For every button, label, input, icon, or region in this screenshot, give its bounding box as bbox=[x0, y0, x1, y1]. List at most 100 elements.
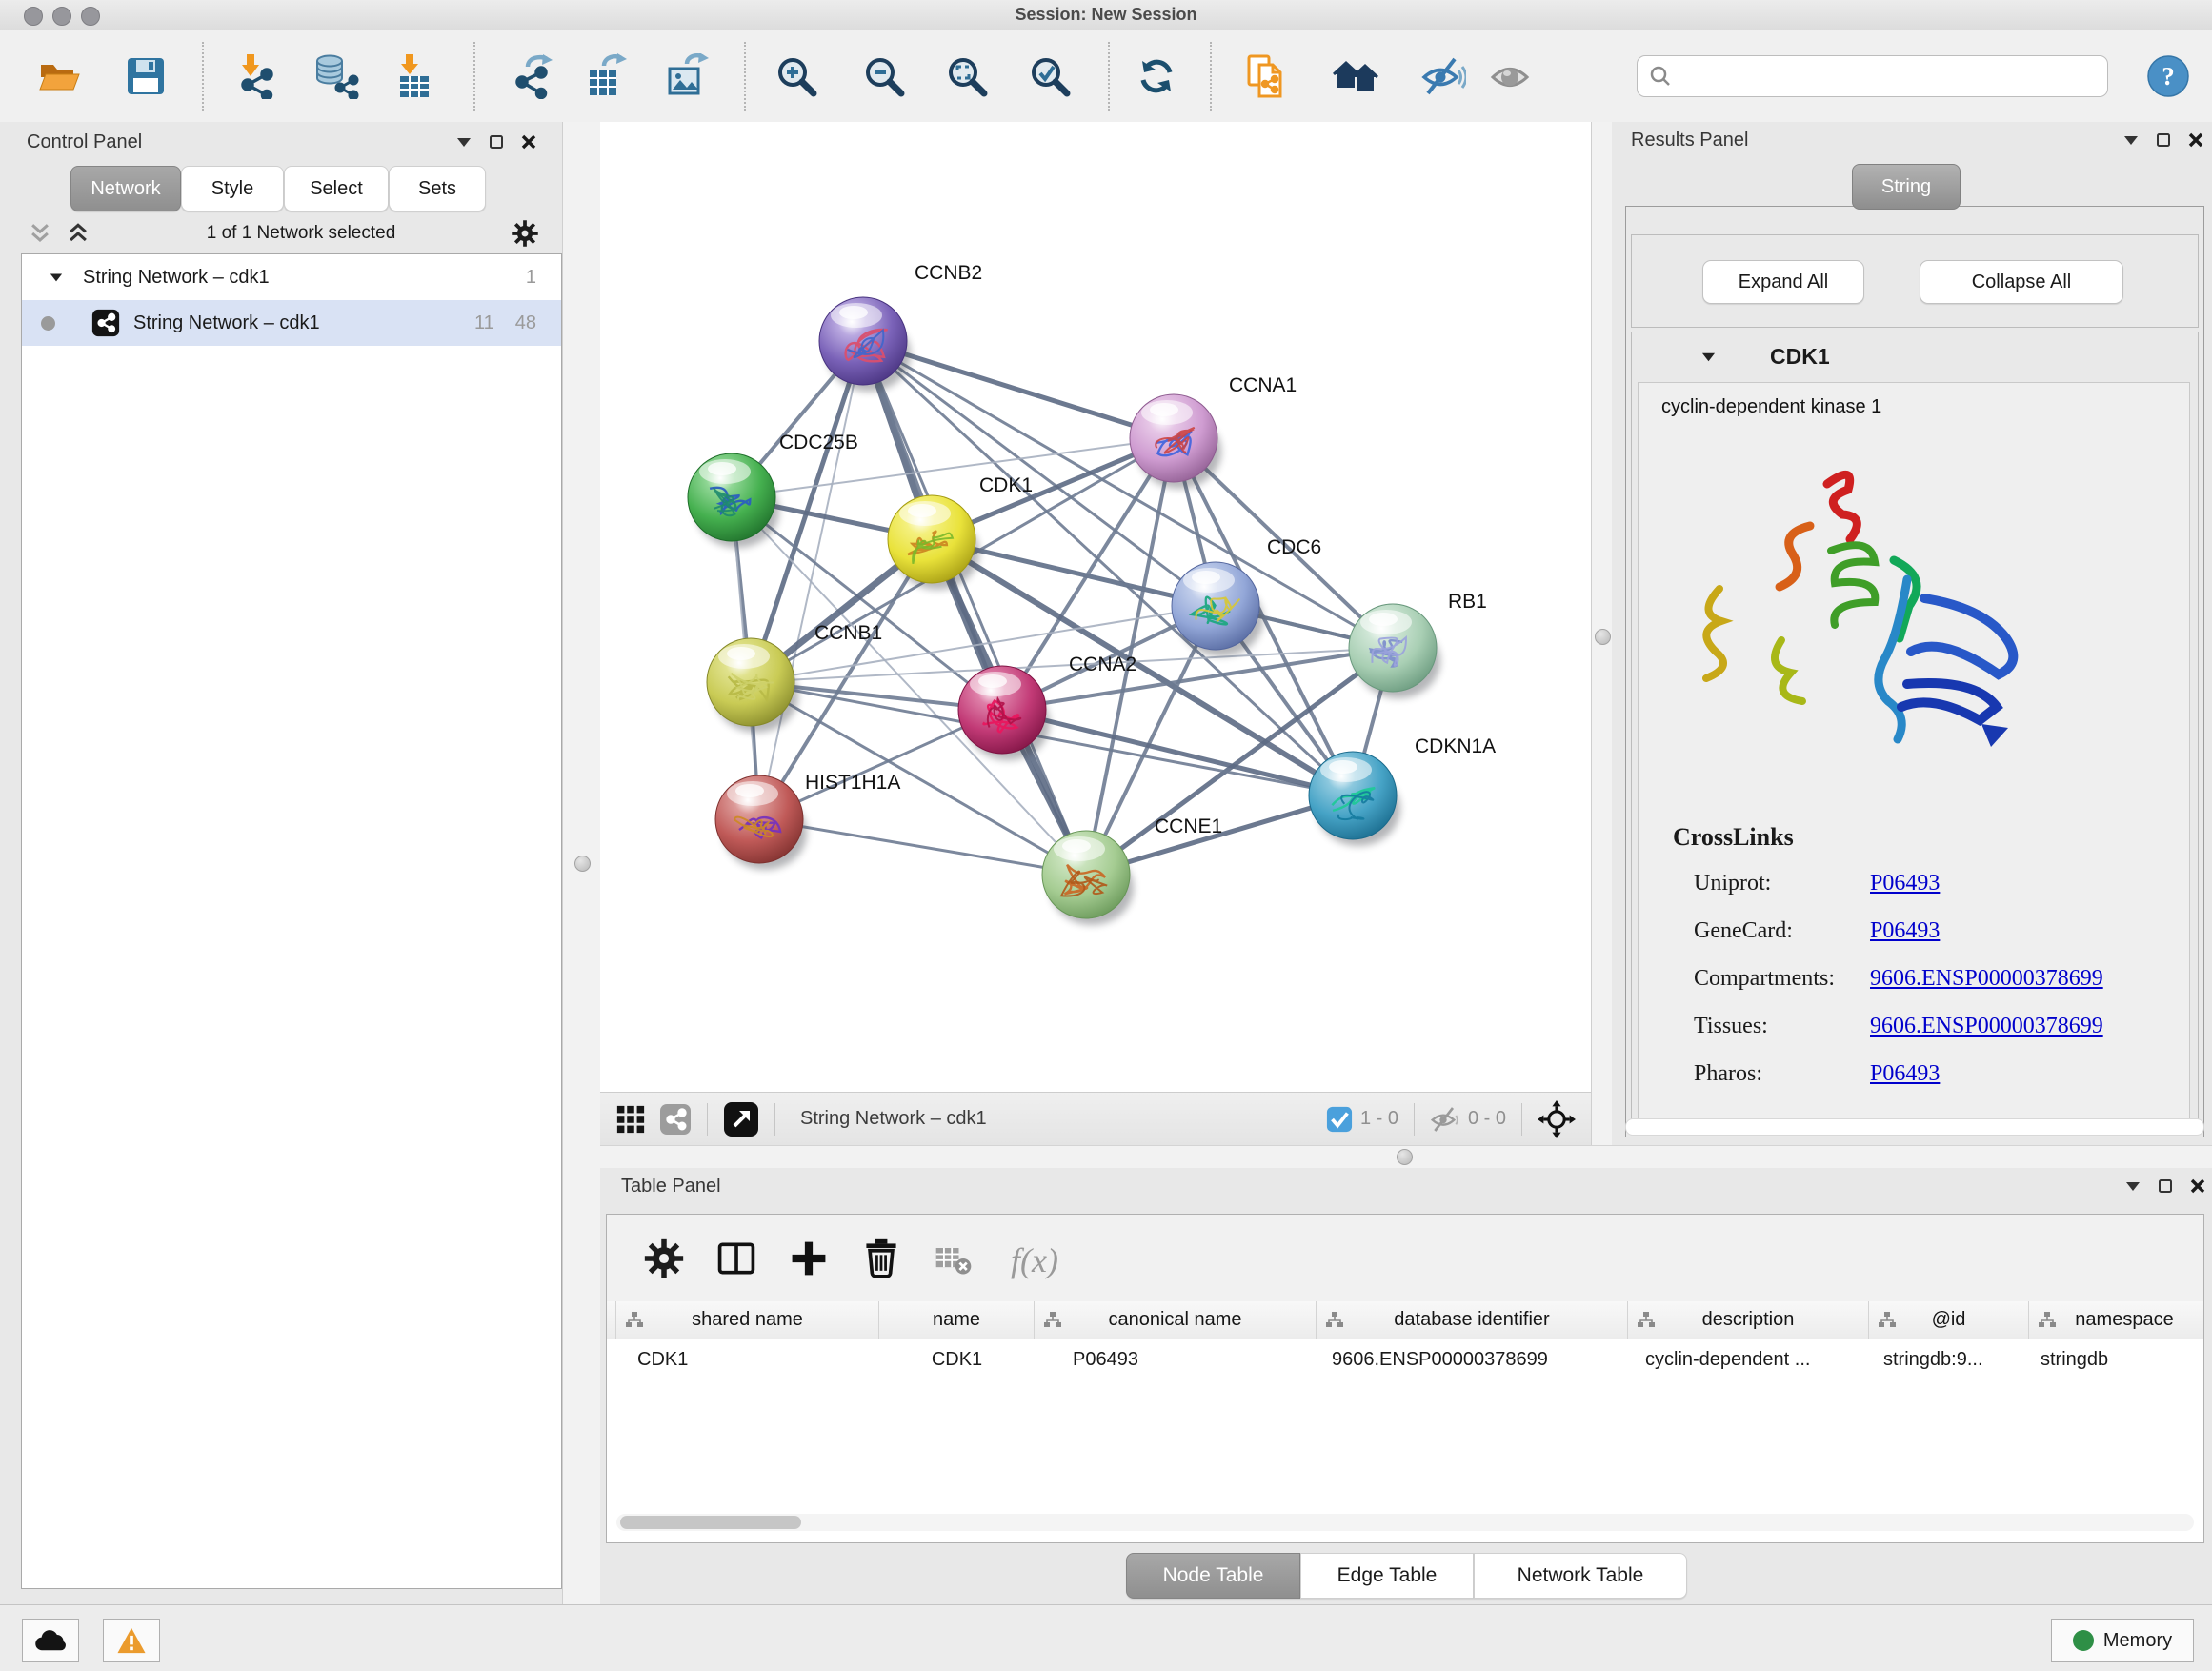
column-header-description[interactable]: description bbox=[1628, 1301, 1869, 1339]
crosslink-link[interactable]: 9606.ENSP00000378699 bbox=[1870, 1014, 2103, 1038]
show-graphics-details-icon[interactable] bbox=[1488, 53, 1534, 99]
string-style-toggle-icon[interactable] bbox=[659, 1103, 692, 1136]
node-gloss bbox=[1369, 613, 1398, 626]
crosslink-row: Tissues:9606.ENSP00000378699 bbox=[1694, 1014, 2103, 1039]
float-panel-icon[interactable] bbox=[488, 133, 505, 151]
show-column-panel-icon[interactable] bbox=[715, 1238, 757, 1279]
control-canvas-splitter[interactable] bbox=[562, 122, 602, 1604]
expand-all-button[interactable]: Expand All bbox=[1702, 260, 1864, 304]
float-panel-icon[interactable] bbox=[2157, 1178, 2174, 1195]
tab-edge-table[interactable]: Edge Table bbox=[1300, 1553, 1474, 1599]
import-table-from-file-icon[interactable] bbox=[392, 53, 437, 99]
tab-select[interactable]: Select bbox=[284, 166, 389, 211]
cell-description[interactable]: cyclin-dependent ... bbox=[1628, 1339, 1869, 1379]
close-panel-icon[interactable] bbox=[520, 133, 537, 151]
column-header-id[interactable]: @id bbox=[1869, 1301, 2029, 1339]
collapse-all-button[interactable]: Collapse All bbox=[1920, 260, 2123, 304]
zoom-fit-icon[interactable] bbox=[944, 53, 990, 99]
network-edge[interactable] bbox=[863, 341, 1393, 648]
column-header-namespace[interactable]: namespace bbox=[2029, 1301, 2204, 1339]
pan-crosshair-icon[interactable] bbox=[1538, 1100, 1576, 1138]
splitter-grip[interactable] bbox=[1595, 629, 1611, 645]
network-collection-row[interactable]: String Network – cdk1 1 bbox=[22, 254, 561, 300]
warnings-button[interactable] bbox=[103, 1619, 160, 1662]
network-options-gear-icon[interactable] bbox=[511, 219, 539, 248]
table-hscrollbar[interactable] bbox=[616, 1514, 2194, 1531]
zoom-out-icon[interactable] bbox=[861, 53, 907, 99]
network-edge[interactable] bbox=[759, 341, 863, 819]
results-hscrollbar[interactable] bbox=[1625, 1118, 2204, 1136]
refresh-network-icon[interactable] bbox=[1134, 53, 1179, 99]
import-network-from-database-icon[interactable] bbox=[313, 53, 359, 99]
protein-section-header[interactable]: CDK1 bbox=[1632, 332, 2198, 380]
delete-column-trash-icon[interactable] bbox=[860, 1238, 902, 1279]
open-session-icon[interactable] bbox=[37, 53, 83, 99]
create-column-plus-icon[interactable] bbox=[788, 1238, 830, 1279]
collapse-all-networks-icon[interactable] bbox=[27, 220, 53, 247]
cloud-services-button[interactable] bbox=[22, 1619, 79, 1662]
close-panel-icon[interactable] bbox=[2189, 1178, 2206, 1195]
memory-button[interactable]: Memory bbox=[2051, 1619, 2194, 1662]
export-image-icon[interactable] bbox=[666, 53, 712, 99]
selected-items-checkbox-icon[interactable] bbox=[1326, 1106, 1353, 1133]
float-panel-icon[interactable] bbox=[2155, 131, 2172, 149]
splitter-grip[interactable] bbox=[574, 856, 591, 872]
import-network-from-file-icon[interactable] bbox=[232, 53, 278, 99]
crosslink-link[interactable]: P06493 bbox=[1870, 871, 1940, 896]
collection-expander-icon[interactable] bbox=[49, 271, 64, 284]
table-hscrollbar-thumb[interactable] bbox=[620, 1516, 801, 1529]
tab-node-table[interactable]: Node Table bbox=[1126, 1553, 1300, 1599]
column-type-icon bbox=[2039, 1312, 2056, 1329]
panel-menu-icon[interactable] bbox=[2122, 132, 2140, 148]
section-expander-icon[interactable] bbox=[1700, 350, 1717, 364]
canvas-results-splitter[interactable] bbox=[1591, 122, 1614, 1145]
cell-canonical-name[interactable]: P06493 bbox=[1035, 1339, 1317, 1379]
network-row-selected[interactable]: String Network – cdk1 11 48 bbox=[22, 300, 561, 346]
panel-menu-icon[interactable] bbox=[455, 134, 473, 150]
crosslink-link[interactable]: 9606.ENSP00000378699 bbox=[1870, 966, 2103, 991]
hide-graphics-details-icon[interactable] bbox=[1420, 53, 1466, 99]
expand-all-networks-icon[interactable] bbox=[65, 220, 91, 247]
cell-shared-name[interactable]: CDK1 bbox=[616, 1339, 879, 1379]
tab-network[interactable]: Network bbox=[70, 166, 181, 211]
string-home-icon[interactable] bbox=[1333, 53, 1378, 99]
cell-id[interactable]: stringdb:9... bbox=[1869, 1339, 2029, 1379]
column-header-canonical-name[interactable]: canonical name bbox=[1035, 1301, 1317, 1339]
network-canvas[interactable]: CCNB2CCNA1CDC25BCDK1CDC6RB1CCNB1CCNA2CDK… bbox=[600, 122, 1591, 1092]
export-table-icon[interactable] bbox=[585, 53, 631, 99]
tab-network-table[interactable]: Network Table bbox=[1474, 1553, 1687, 1599]
panel-menu-icon[interactable] bbox=[2124, 1178, 2142, 1194]
results-tab-string[interactable]: String bbox=[1852, 164, 1961, 210]
search-input[interactable] bbox=[1672, 65, 2076, 88]
open-in-new-window-icon[interactable] bbox=[723, 1101, 759, 1137]
column-header-shared-name[interactable]: shared name bbox=[616, 1301, 879, 1339]
column-header-database-identifier[interactable]: database identifier bbox=[1317, 1301, 1628, 1339]
export-network-icon[interactable] bbox=[511, 53, 556, 99]
global-search-box[interactable] bbox=[1637, 55, 2108, 97]
tab-sets[interactable]: Sets bbox=[389, 166, 486, 211]
clone-network-icon[interactable] bbox=[1243, 53, 1289, 99]
cell-name[interactable]: CDK1 bbox=[879, 1339, 1035, 1379]
save-session-icon[interactable] bbox=[123, 53, 169, 99]
crosslink-label: GeneCard: bbox=[1694, 918, 1870, 944]
network-edge[interactable] bbox=[863, 341, 1086, 875]
zoom-in-icon[interactable] bbox=[774, 53, 819, 99]
splitter-grip[interactable] bbox=[1397, 1149, 1413, 1165]
cell-database-identifier[interactable]: 9606.ENSP00000378699 bbox=[1317, 1339, 1628, 1379]
birds-eye-view-icon[interactable] bbox=[615, 1104, 646, 1135]
results-panel-title: Results Panel bbox=[1631, 130, 1748, 151]
toolbar-separator bbox=[774, 1103, 775, 1136]
table-options-gear-icon[interactable] bbox=[643, 1238, 685, 1279]
table-row[interactable]: CDK1 CDK1 P06493 9606.ENSP00000378699 cy… bbox=[607, 1339, 2204, 1379]
crosslink-link[interactable]: P06493 bbox=[1870, 918, 1940, 943]
column-header-name[interactable]: name bbox=[879, 1301, 1035, 1339]
tab-style[interactable]: Style bbox=[181, 166, 284, 211]
zoom-selected-icon[interactable] bbox=[1027, 53, 1073, 99]
cell-namespace[interactable]: stringdb bbox=[2029, 1339, 2204, 1379]
canvas-table-splitter[interactable] bbox=[600, 1145, 2212, 1170]
svg-text:f(x): f(x) bbox=[1011, 1241, 1058, 1279]
close-panel-icon[interactable] bbox=[2187, 131, 2204, 149]
hidden-nodes-edges-count: 0 - 0 bbox=[1468, 1108, 1506, 1130]
crosslink-link[interactable]: P06493 bbox=[1870, 1061, 1940, 1086]
help-icon[interactable]: ? bbox=[2147, 55, 2189, 97]
